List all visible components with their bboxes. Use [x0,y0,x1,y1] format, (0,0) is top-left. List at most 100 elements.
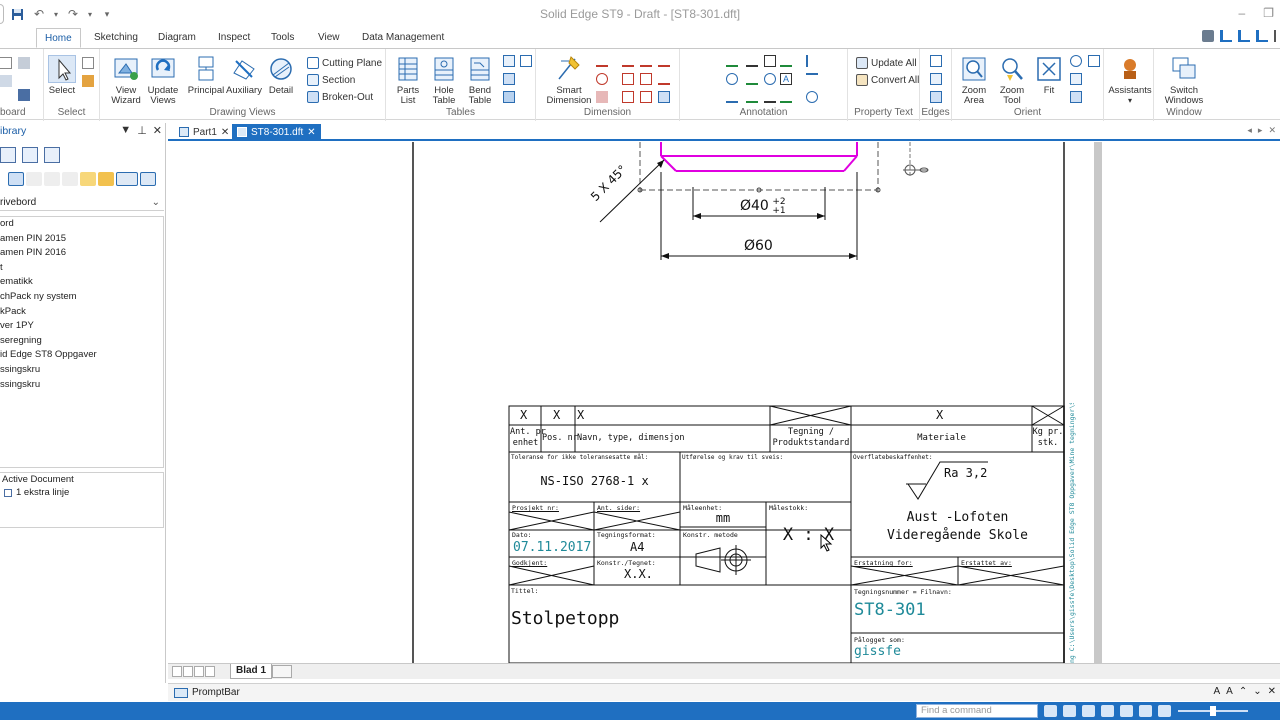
ann-icon-13[interactable] [764,91,776,103]
dim-icon-3[interactable] [640,55,652,67]
dim-icon-2[interactable] [622,55,634,67]
dim-icon-11[interactable] [640,91,652,103]
ann-icon-14[interactable] [780,91,792,103]
pan-status-icon[interactable] [1139,705,1152,717]
tab-data-management[interactable]: Data Management [354,28,452,48]
tab-home[interactable]: Home [36,28,81,48]
paste-icon[interactable] [18,57,30,69]
cut-icon[interactable] [0,57,12,69]
text-icon[interactable]: A [780,73,792,85]
tab-right-icon[interactable]: ▸ [1258,125,1263,136]
ann-icon-8[interactable] [764,73,776,85]
expand-down-icon[interactable]: ⌄ [1253,686,1261,697]
first-sheet-icon[interactable] [172,666,182,677]
zoom-slider-thumb[interactable] [1210,706,1216,716]
section-button[interactable]: Section [307,72,355,88]
broken-out-button[interactable]: Broken-Out [307,89,373,105]
view-icon[interactable] [1088,55,1100,67]
prev-sheet-icon[interactable] [183,666,193,677]
list-item[interactable]: kPack [0,305,163,320]
dim-icon-5[interactable] [596,73,608,85]
list-item[interactable]: amen PIN 2016 [0,246,163,261]
tab-st8-301[interactable]: ST8-301.dft ✕ [232,124,321,140]
view-options-icon[interactable] [116,172,138,186]
library-help-icon[interactable] [44,147,60,163]
minimize-icon[interactable]: – [1239,6,1246,20]
pane-menu-icon[interactable]: ▼ [120,124,131,137]
tab-left-icon[interactable]: ◂ [1247,125,1252,136]
list-item[interactable]: ver 1PY [0,319,163,334]
ann-icon-11[interactable] [726,91,738,103]
dim-icon-10[interactable] [622,91,634,103]
list-item[interactable]: id Edge ST8 Oppgaver [0,348,163,363]
zoom-tool-button[interactable]: Zoom Tool [994,55,1030,106]
fit-status-icon[interactable] [1120,705,1133,717]
title-block[interactable]: X X X X Ant. pr enhet Pos. nr. Navn, typ… [168,142,1280,663]
dim-icon-8[interactable] [658,73,670,85]
find-command-input[interactable]: Find a command [916,704,1038,718]
parts-list-button[interactable]: Parts List [392,55,424,106]
pan-icon[interactable] [1070,73,1082,85]
ann-icon-5[interactable] [806,55,818,67]
help-icon[interactable] [1202,30,1214,42]
doc-icon[interactable] [1220,30,1232,42]
smart-dimension-button[interactable]: Smart Dimension [546,55,592,106]
hole-table-button[interactable]: Hole Table [428,55,460,106]
last-sheet-icon[interactable] [205,666,215,677]
prompt-bar[interactable]: PromptBar [168,683,1280,701]
search-icon[interactable] [140,172,156,186]
list-item[interactable]: ord [0,217,163,232]
tab-part1[interactable]: Part1 ✕ [174,124,234,140]
active-document-label[interactable]: Active Document [0,473,163,486]
close-tab-icon[interactable]: ✕ [307,127,315,138]
folder-up-icon[interactable] [26,172,42,186]
ann-icon-7[interactable] [746,73,758,85]
ann-icon-4[interactable] [780,55,792,67]
switch-windows-button[interactable]: Switch Windows [1158,55,1210,106]
layout-icon[interactable] [1256,30,1268,42]
dim-icon-4[interactable] [658,55,670,67]
table-icon-4[interactable] [503,91,515,103]
pin-icon[interactable]: ⊥ [137,124,147,137]
zoom-icon[interactable] [1070,55,1082,67]
selection-filter-icon[interactable] [82,75,94,87]
ribbon-collapse-icon[interactable] [1274,30,1276,42]
list-item[interactable]: t [0,261,163,276]
zoom-tool-status-icon[interactable] [1101,705,1114,717]
dim-icon-1[interactable] [596,55,608,67]
tab-tools[interactable]: Tools [263,28,302,48]
table-icon-3[interactable] [503,73,515,85]
tab-inspect[interactable]: Inspect [210,28,258,48]
table-icon-2[interactable] [520,55,532,67]
ann-icon-1[interactable] [726,55,738,67]
assistants-button[interactable]: Assistants ▾ [1108,55,1152,106]
tab-diagram[interactable]: Diagram [150,28,204,48]
principal-button[interactable]: Principal [186,55,226,96]
drawing-canvas[interactable]: 5 X 45° Ø40 +2 +1 Ø60 X X X X Ant. pr en… [168,142,1280,663]
select-button[interactable]: Select [46,55,78,96]
zoom-status-icon[interactable] [1082,705,1095,717]
tab-close-all-icon[interactable]: ✕ [1268,125,1276,136]
collapse-up-icon[interactable]: ⌃ [1239,686,1247,697]
font-smaller-icon[interactable]: A [1226,686,1233,697]
zoom-area-button[interactable]: Zoom Area [956,55,992,106]
library-path-dropdown[interactable]: rivebord ⌄ [0,195,164,211]
list-item[interactable]: seregning [0,334,163,349]
detail-button[interactable]: Detail [264,55,298,96]
library-view-icon[interactable] [0,147,16,163]
copy-icon[interactable] [0,75,12,87]
restore-icon[interactable]: ❐ [1263,6,1274,20]
grid-view-icon[interactable] [8,172,24,186]
library-properties-icon[interactable] [22,147,38,163]
table-icon-1[interactable] [503,55,515,67]
previous-view-icon[interactable] [1070,91,1082,103]
list-icon[interactable] [1238,30,1250,42]
format-icon[interactable] [18,89,30,101]
folder-icon[interactable] [98,172,114,186]
sheet-tab-blad-1[interactable]: Blad 1 [230,664,273,679]
close-tab-icon[interactable]: ✕ [221,127,229,138]
edges-icon-3[interactable] [930,91,942,103]
close-icon[interactable]: ✕ [153,124,162,137]
prompt-close-icon[interactable]: ✕ [1268,686,1276,697]
edges-icon-2[interactable] [930,73,942,85]
